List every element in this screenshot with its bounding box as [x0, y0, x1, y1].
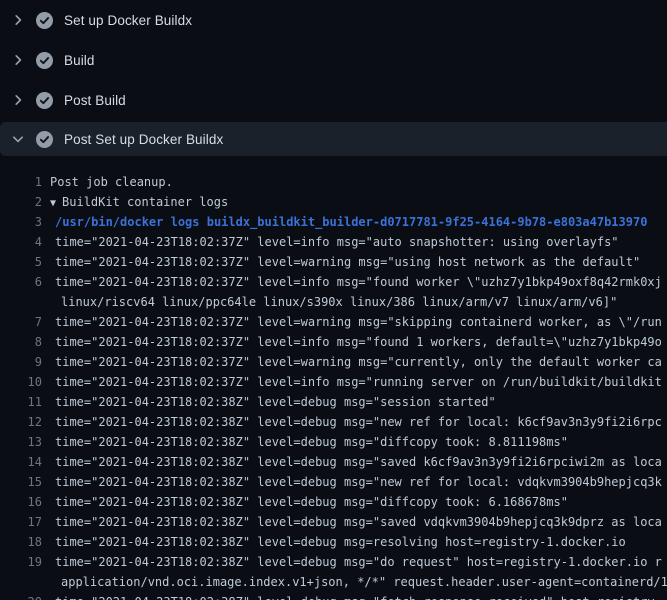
- log-row: 8 time="2021-04-23T18:02:37Z" level=info …: [0, 332, 667, 352]
- log-row: 16 time="2021-04-23T18:02:38Z" level=debu…: [0, 492, 667, 512]
- log-text: time="2021-04-23T18:02:38Z" level=debug …: [55, 552, 662, 572]
- line-number[interactable]: 19: [0, 552, 42, 572]
- log-row: 15 time="2021-04-23T18:02:38Z" level=debu…: [0, 472, 667, 492]
- step-row-post-set-up-docker-buildx[interactable]: Post Set up Docker Buildx: [0, 122, 667, 156]
- step-label: Post Set up Docker Buildx: [64, 132, 223, 147]
- log-row: linux/riscv64 linux/ppc64le linux/s390x …: [0, 292, 667, 312]
- log-text: time="2021-04-23T18:02:37Z" level=info m…: [55, 332, 662, 352]
- line-number[interactable]: 15: [0, 472, 42, 492]
- line-number[interactable]: 4: [0, 232, 42, 252]
- log-text: time="2021-04-23T18:02:38Z" level=debug …: [55, 432, 568, 452]
- line-number: [0, 572, 42, 592]
- log-text: time="2021-04-23T18:02:37Z" level=warnin…: [55, 352, 662, 372]
- line-number[interactable]: 13: [0, 432, 42, 452]
- line-number[interactable]: 18: [0, 532, 42, 552]
- log-text: time="2021-04-23T18:02:38Z" level=debug …: [55, 392, 496, 412]
- line-number[interactable]: 16: [0, 492, 42, 512]
- line-number[interactable]: 8: [0, 332, 42, 352]
- step-label: Build: [64, 53, 95, 68]
- log-group-header-row[interactable]: 2 ▼ BuildKit container logs: [0, 192, 667, 212]
- log-row: 4 time="2021-04-23T18:02:37Z" level=info …: [0, 232, 667, 252]
- log-output: 1 Post job cleanup. 2 ▼ BuildKit container l…: [0, 156, 667, 600]
- line-number: [0, 292, 42, 312]
- line-number[interactable]: 2: [0, 192, 42, 212]
- log-text: time="2021-04-23T18:02:38Z" level=debug …: [55, 452, 662, 472]
- line-number[interactable]: 10: [0, 372, 42, 392]
- log-text: time="2021-04-23T18:02:38Z" level=debug …: [55, 512, 662, 532]
- log-text: time="2021-04-23T18:02:38Z" level=debug …: [55, 532, 626, 552]
- chevron-right-icon[interactable]: [10, 92, 26, 108]
- log-row: 7 time="2021-04-23T18:02:37Z" level=warni…: [0, 312, 667, 332]
- step-row-build[interactable]: Build: [0, 40, 667, 80]
- log-row: 1 Post job cleanup.: [0, 172, 667, 192]
- check-circle-icon: [36, 12, 53, 29]
- actions-log-panel: Set up Docker Buildx Build Post Build Post …: [0, 0, 667, 600]
- log-text: application/vnd.oci.image.index.v1+json,…: [61, 572, 667, 592]
- log-text: time="2021-04-23T18:02:38Z" level=debug …: [55, 592, 662, 600]
- log-row: 6 time="2021-04-23T18:02:37Z" level=info …: [0, 272, 667, 292]
- log-text: time="2021-04-23T18:02:38Z" level=debug …: [55, 492, 568, 512]
- line-number[interactable]: 5: [0, 252, 42, 272]
- log-row: 14 time="2021-04-23T18:02:38Z" level=debu…: [0, 452, 667, 472]
- log-text: time="2021-04-23T18:02:37Z" level=info m…: [55, 232, 619, 252]
- step-row-set-up-docker-buildx[interactable]: Set up Docker Buildx: [0, 0, 667, 40]
- log-text: time="2021-04-23T18:02:37Z" level=warnin…: [55, 252, 640, 272]
- step-label: Set up Docker Buildx: [64, 13, 192, 28]
- line-number[interactable]: 17: [0, 512, 42, 532]
- log-row: 18 time="2021-04-23T18:02:38Z" level=debu…: [0, 532, 667, 552]
- log-text: time="2021-04-23T18:02:37Z" level=info m…: [55, 272, 662, 292]
- log-command-row: 3/usr/bin/docker logs buildx_buildkit_bu…: [0, 212, 667, 232]
- line-number[interactable]: 9: [0, 352, 42, 372]
- check-circle-icon: [36, 131, 53, 148]
- log-text: linux/riscv64 linux/ppc64le linux/s390x …: [61, 292, 617, 312]
- line-number[interactable]: 7: [0, 312, 42, 332]
- log-text: time="2021-04-23T18:02:38Z" level=debug …: [55, 412, 662, 432]
- log-text: time="2021-04-23T18:02:37Z" level=warnin…: [55, 312, 662, 332]
- collapse-triangle-icon[interactable]: ▼: [50, 198, 56, 209]
- line-number[interactable]: 14: [0, 452, 42, 472]
- log-row: 17 time="2021-04-23T18:02:38Z" level=debu…: [0, 512, 667, 532]
- chevron-right-icon[interactable]: [10, 52, 26, 68]
- log-text: time="2021-04-23T18:02:38Z" level=debug …: [55, 472, 662, 492]
- line-number[interactable]: 11: [0, 392, 42, 412]
- log-row: 12 time="2021-04-23T18:02:38Z" level=debu…: [0, 412, 667, 432]
- steps-list: Set up Docker Buildx Build Post Build Post …: [0, 0, 667, 156]
- check-circle-icon: [36, 52, 53, 69]
- log-text: Post job cleanup.: [50, 172, 173, 192]
- step-row-post-build[interactable]: Post Build: [0, 80, 667, 120]
- log-row: 19 time="2021-04-23T18:02:38Z" level=debu…: [0, 552, 667, 572]
- log-row: 10 time="2021-04-23T18:02:37Z" level=info…: [0, 372, 667, 392]
- log-row: application/vnd.oci.image.index.v1+json,…: [0, 572, 667, 592]
- log-row: 5 time="2021-04-23T18:02:37Z" level=warni…: [0, 252, 667, 272]
- log-row: 9 time="2021-04-23T18:02:37Z" level=warni…: [0, 352, 667, 372]
- line-number[interactable]: 3: [0, 212, 42, 232]
- log-command-text: /usr/bin/docker logs buildx_buildkit_bui…: [55, 212, 647, 232]
- line-number[interactable]: 12: [0, 412, 42, 432]
- log-row: 13 time="2021-04-23T18:02:38Z" level=debu…: [0, 432, 667, 452]
- chevron-down-icon[interactable]: [10, 131, 26, 147]
- log-text: time="2021-04-23T18:02:37Z" level=info m…: [55, 372, 662, 392]
- log-text: BuildKit container logs: [62, 195, 228, 209]
- line-number[interactable]: 1: [0, 172, 42, 192]
- log-row: 20 time="2021-04-23T18:02:38Z" level=debu…: [0, 592, 667, 600]
- chevron-right-icon[interactable]: [10, 12, 26, 28]
- log-row: 11 time="2021-04-23T18:02:38Z" level=debu…: [0, 392, 667, 412]
- line-number[interactable]: 20: [0, 592, 42, 600]
- step-label: Post Build: [64, 93, 126, 108]
- line-number[interactable]: 6: [0, 272, 42, 292]
- check-circle-icon: [36, 92, 53, 109]
